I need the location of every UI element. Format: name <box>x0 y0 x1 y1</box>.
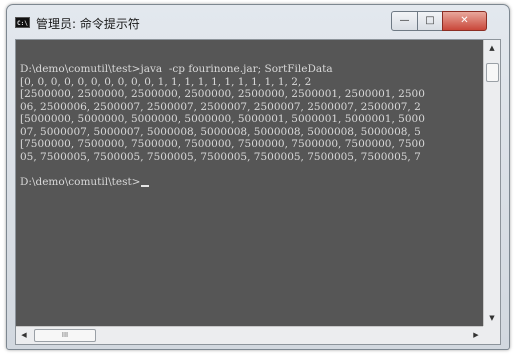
console-area[interactable]: D:\demo\comutil\test>java -cp fourinone.… <box>15 39 501 345</box>
window-title: 管理员: 命令提示符 <box>36 17 140 31</box>
console-line: 06, 2500006, 2500007, 2500007, 2500007, … <box>20 100 421 113</box>
console-output[interactable]: D:\demo\comutil\test>java -cp fourinone.… <box>16 40 484 327</box>
console-line: [5000000, 5000000, 5000000, 5000000, 500… <box>20 113 425 125</box>
scroll-down-arrow-icon[interactable]: ▼ <box>484 310 500 327</box>
scrollbar-corner <box>483 326 500 344</box>
close-button[interactable]: ✕ <box>442 11 487 31</box>
console-line: [7500000, 7500000, 7500000, 7500000, 750… <box>20 138 425 150</box>
console-icon[interactable]: C:\ <box>15 17 30 28</box>
console-line: D:\demo\comutil\test>java -cp fourinone.… <box>20 63 333 75</box>
maximize-button[interactable]: □ <box>417 11 443 31</box>
text-cursor <box>141 184 150 187</box>
horizontal-scrollbar[interactable]: ◀ III ▶ <box>16 326 484 344</box>
scroll-left-arrow-icon[interactable]: ◀ <box>16 327 32 344</box>
prompt-line: D:\demo\comutil\test> <box>20 176 484 189</box>
vertical-scrollbar[interactable]: ▲ ▼ <box>483 40 500 327</box>
cmd-window: C:\ 管理员: 命令提示符 — □ ✕ D:\demo\comutil\tes… <box>6 4 510 350</box>
title-bar[interactable]: C:\ 管理员: 命令提示符 — □ ✕ <box>7 5 509 39</box>
vertical-scroll-thumb[interactable] <box>486 63 499 82</box>
scroll-right-arrow-icon[interactable]: ▶ <box>468 327 484 344</box>
console-line: 07, 5000007, 5000007, 5000008, 5000008, … <box>20 125 421 138</box>
horizontal-scroll-thumb[interactable]: III <box>34 329 96 342</box>
console-line: 05, 7500005, 7500005, 7500005, 7500005, … <box>20 150 421 163</box>
console-line: [2500000, 2500000, 2500000, 2500000, 250… <box>20 88 425 100</box>
minimize-button[interactable]: — <box>391 11 418 31</box>
console-line: [0, 0, 0, 0, 0, 0, 0, 0, 0, 0, 1, 1, 1, … <box>20 75 312 88</box>
prompt-text: D:\demo\comutil\test> <box>20 175 141 188</box>
scroll-up-arrow-icon[interactable]: ▲ <box>484 40 500 57</box>
